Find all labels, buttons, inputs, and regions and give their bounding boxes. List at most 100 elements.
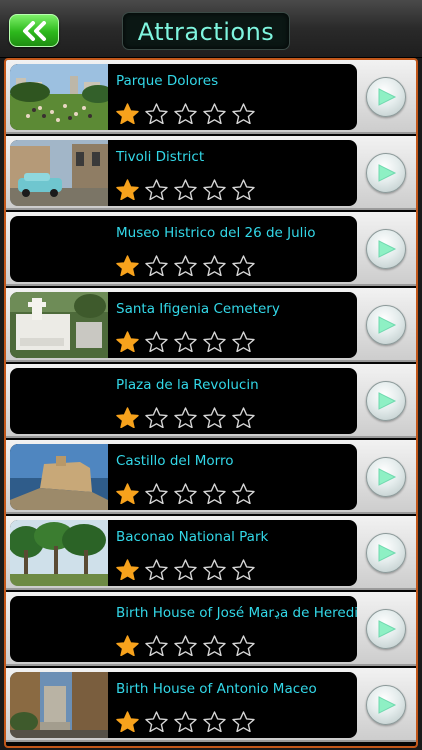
star-empty-icon bbox=[203, 179, 226, 200]
star-empty-icon bbox=[232, 559, 255, 580]
go-button[interactable] bbox=[364, 220, 408, 278]
go-button[interactable] bbox=[364, 448, 408, 506]
star-empty-icon bbox=[145, 483, 168, 504]
star-empty-icon bbox=[232, 331, 255, 352]
attraction-photo bbox=[10, 672, 108, 738]
attraction-photo bbox=[10, 64, 108, 130]
attraction-card[interactable]: Birth House of Antonio Maceo bbox=[10, 672, 357, 738]
star-empty-icon bbox=[203, 255, 226, 276]
play-arrow-icon bbox=[378, 164, 397, 182]
star-rating bbox=[113, 482, 258, 504]
go-button[interactable] bbox=[364, 676, 408, 734]
attractions-list[interactable]: Parque Dolores Tivoli District Museo His… bbox=[4, 58, 418, 748]
star-empty-icon bbox=[232, 179, 255, 200]
star-empty-icon bbox=[174, 407, 197, 428]
attraction-name: Museo Histrico del 26 de Julio bbox=[116, 225, 316, 241]
attraction-card[interactable]: Baconao National Park bbox=[10, 520, 357, 586]
star-rating bbox=[113, 178, 258, 200]
star-filled-icon bbox=[116, 711, 139, 732]
attraction-card[interactable]: Castillo del Morro bbox=[10, 444, 357, 510]
attraction-name: Birth House of José Marڍa de Heredia bbox=[116, 605, 357, 621]
star-empty-icon bbox=[145, 635, 168, 656]
star-filled-icon bbox=[116, 255, 139, 276]
star-filled-icon bbox=[116, 407, 139, 428]
go-button[interactable] bbox=[364, 524, 408, 582]
star-rating bbox=[113, 102, 258, 124]
star-empty-icon bbox=[145, 559, 168, 580]
star-rating bbox=[113, 710, 258, 732]
play-arrow-icon bbox=[378, 240, 397, 258]
star-empty-icon bbox=[203, 635, 226, 656]
star-empty-icon bbox=[174, 255, 197, 276]
star-empty-icon bbox=[145, 331, 168, 352]
play-arrow-icon bbox=[378, 620, 397, 638]
go-button[interactable] bbox=[364, 296, 408, 354]
star-filled-icon bbox=[116, 103, 139, 124]
star-empty-icon bbox=[145, 711, 168, 732]
star-filled-icon bbox=[116, 635, 139, 656]
star-rating bbox=[113, 406, 258, 428]
star-empty-icon bbox=[232, 407, 255, 428]
star-empty-icon bbox=[145, 103, 168, 124]
back-button[interactable] bbox=[9, 14, 59, 47]
attraction-photo bbox=[10, 444, 108, 510]
list-item[interactable]: Tivoli District bbox=[6, 136, 416, 210]
star-empty-icon bbox=[232, 255, 255, 276]
star-rating bbox=[113, 634, 258, 656]
star-rating bbox=[113, 558, 258, 580]
star-filled-icon bbox=[116, 179, 139, 200]
star-empty-icon bbox=[203, 407, 226, 428]
go-button[interactable] bbox=[364, 600, 408, 658]
star-empty-icon bbox=[232, 103, 255, 124]
star-empty-icon bbox=[203, 711, 226, 732]
attraction-photo bbox=[10, 292, 108, 358]
attraction-name: Baconao National Park bbox=[116, 529, 269, 545]
page-title: Attractions bbox=[122, 12, 290, 50]
attraction-card[interactable]: Santa Ifigenia Cemetery bbox=[10, 292, 357, 358]
attraction-card[interactable]: Plaza de la Revolucin bbox=[10, 368, 357, 434]
double-chevron-left-icon bbox=[23, 21, 46, 41]
play-arrow-icon bbox=[378, 392, 397, 410]
list-item[interactable]: Baconao National Park bbox=[6, 516, 416, 590]
attraction-name: Santa Ifigenia Cemetery bbox=[116, 301, 280, 317]
list-item[interactable]: Castillo del Morro bbox=[6, 440, 416, 514]
star-empty-icon bbox=[203, 559, 226, 580]
star-empty-icon bbox=[174, 103, 197, 124]
list-item[interactable]: Museo Histrico del 26 de Julio bbox=[6, 212, 416, 286]
attraction-photo bbox=[10, 520, 108, 586]
star-empty-icon bbox=[145, 179, 168, 200]
list-item[interactable]: Parque Dolores bbox=[6, 60, 416, 134]
attraction-card[interactable]: Tivoli District bbox=[10, 140, 357, 206]
star-empty-icon bbox=[232, 483, 255, 504]
attraction-name: Plaza de la Revolucin bbox=[116, 377, 259, 393]
attraction-name: Castillo del Morro bbox=[116, 453, 234, 469]
star-empty-icon bbox=[174, 179, 197, 200]
star-empty-icon bbox=[145, 407, 168, 428]
star-filled-icon bbox=[116, 331, 139, 352]
go-button[interactable] bbox=[364, 68, 408, 126]
list-item[interactable]: Birth House of José Marڍa de Heredia bbox=[6, 592, 416, 666]
play-arrow-icon bbox=[378, 316, 397, 334]
star-empty-icon bbox=[232, 711, 255, 732]
attraction-card[interactable]: Parque Dolores bbox=[10, 64, 357, 130]
play-arrow-icon bbox=[378, 88, 397, 106]
star-rating bbox=[113, 330, 258, 352]
list-item[interactable]: Birth House of Antonio Maceo bbox=[6, 668, 416, 742]
star-empty-icon bbox=[232, 635, 255, 656]
attraction-name: Parque Dolores bbox=[116, 73, 219, 89]
star-filled-icon bbox=[116, 559, 139, 580]
attraction-card[interactable]: Birth House of José Marڍa de Heredia bbox=[10, 596, 357, 662]
attraction-name: Birth House of Antonio Maceo bbox=[116, 681, 317, 697]
play-arrow-icon bbox=[378, 696, 397, 714]
play-arrow-icon bbox=[378, 468, 397, 486]
attraction-card[interactable]: Museo Histrico del 26 de Julio bbox=[10, 216, 357, 282]
star-empty-icon bbox=[174, 483, 197, 504]
list-item[interactable]: Plaza de la Revolucin bbox=[6, 364, 416, 438]
star-empty-icon bbox=[203, 483, 226, 504]
go-button[interactable] bbox=[364, 372, 408, 430]
play-arrow-icon bbox=[378, 544, 397, 562]
star-empty-icon bbox=[174, 559, 197, 580]
list-item[interactable]: Santa Ifigenia Cemetery bbox=[6, 288, 416, 362]
star-empty-icon bbox=[203, 331, 226, 352]
go-button[interactable] bbox=[364, 144, 408, 202]
